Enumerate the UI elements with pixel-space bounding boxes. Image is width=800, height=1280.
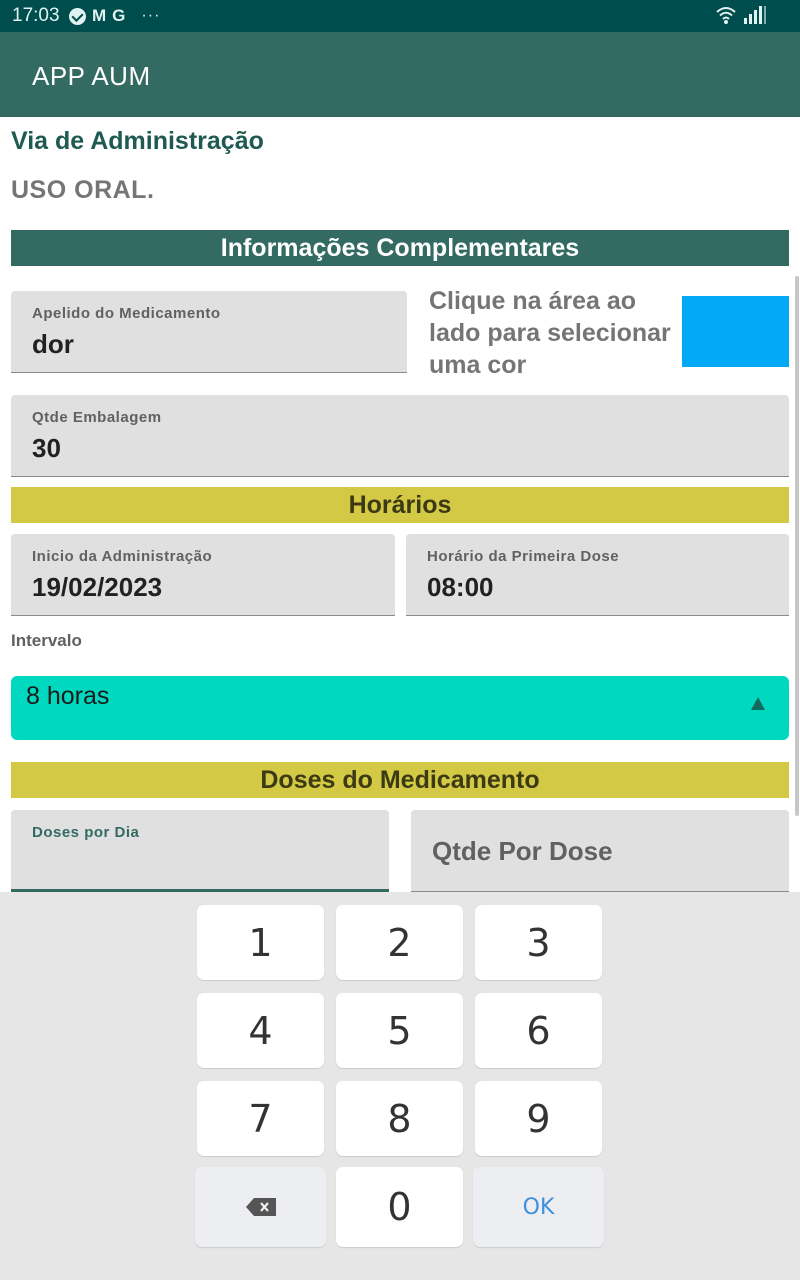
color-hint-text: Clique na área ao lado para selecionar u…: [429, 287, 671, 379]
complementary-info-header: Informações Complementares: [11, 230, 789, 266]
notification-icons: M G ···: [69, 6, 160, 26]
key-8[interactable]: 8: [336, 1081, 463, 1156]
route-title: Via de Administração: [11, 127, 264, 155]
package-qty-field[interactable]: Qtde Embalagem 30: [11, 395, 789, 477]
doses-header: Doses do Medicamento: [11, 762, 789, 798]
key-1[interactable]: 1: [197, 905, 324, 980]
key-0[interactable]: 0: [336, 1167, 463, 1247]
gmail-icon: M: [92, 6, 107, 25]
first-dose-value[interactable]: 08:00: [427, 572, 494, 603]
wifi-icon: [716, 7, 736, 24]
ok-key[interactable]: OK: [473, 1167, 604, 1247]
start-date-label: Inicio da Administração: [32, 548, 213, 565]
key-5[interactable]: 5: [336, 993, 463, 1068]
first-dose-label: Horário da Primeira Dose: [427, 548, 620, 565]
status-time: 17:03: [12, 5, 60, 26]
color-picker-swatch[interactable]: [682, 296, 789, 367]
interval-dropdown[interactable]: 8 horas: [11, 676, 789, 740]
first-dose-field[interactable]: Horário da Primeira Dose 08:00: [406, 534, 789, 616]
key-3[interactable]: 3: [475, 905, 602, 980]
app-bar: APP AUM: [0, 32, 800, 117]
nickname-label: Apelido do Medicamento: [32, 305, 221, 322]
numeric-keyboard: 1 2 3 4 5 6 7 8 9 0 OK: [0, 892, 800, 1280]
schedule-header: Horários: [11, 487, 789, 523]
key-6[interactable]: 6: [475, 993, 602, 1068]
qty-per-dose-field[interactable]: Qtde Por Dose: [411, 810, 789, 892]
route-value: USO ORAL.: [11, 176, 155, 204]
interval-label: Intervalo: [11, 631, 82, 650]
google-icon: G: [112, 6, 126, 25]
nickname-field[interactable]: Apelido do Medicamento dor: [11, 291, 407, 373]
package-qty-label: Qtde Embalagem: [32, 409, 162, 426]
app-title: APP AUM: [32, 61, 151, 91]
status-bar: 17:03 M G ···: [0, 0, 800, 32]
package-qty-value[interactable]: 30: [32, 433, 61, 464]
key-9[interactable]: 9: [475, 1081, 602, 1156]
doses-per-day-label: Doses por Dia: [32, 824, 140, 841]
qty-per-dose-placeholder: Qtde Por Dose: [432, 836, 613, 866]
start-date-value[interactable]: 19/02/2023: [32, 572, 162, 603]
dropdown-arrow-icon: [751, 697, 765, 710]
system-icons: [715, 4, 774, 26]
doses-per-day-field[interactable]: Doses por Dia: [11, 810, 389, 892]
signal-icon: [744, 6, 766, 24]
check-circle-icon: [69, 7, 86, 25]
more-dots-icon: ···: [141, 7, 161, 24]
key-4[interactable]: 4: [197, 993, 324, 1068]
backspace-key[interactable]: [195, 1167, 326, 1247]
scrollbar[interactable]: [795, 276, 799, 816]
interval-selected-value: 8 horas: [26, 682, 110, 710]
backspace-icon: [245, 1198, 276, 1216]
start-date-field[interactable]: Inicio da Administração 19/02/2023: [11, 534, 395, 616]
key-7[interactable]: 7: [197, 1081, 324, 1156]
key-2[interactable]: 2: [336, 905, 463, 980]
nickname-value[interactable]: dor: [32, 329, 74, 360]
